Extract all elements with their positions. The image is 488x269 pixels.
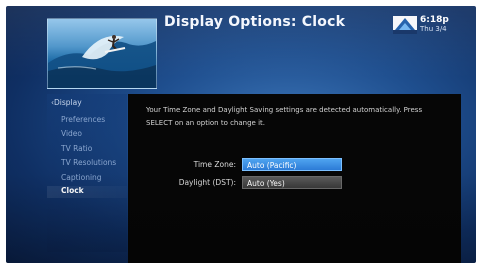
sidebar-item-preferences[interactable]: Preferences xyxy=(61,115,105,124)
directv-logo-icon xyxy=(393,16,417,34)
daylight-dst-button[interactable]: Auto (Yes) xyxy=(242,176,342,189)
sidebar-back-label: Display xyxy=(54,98,82,107)
time-zone-button[interactable]: Auto (Pacific) xyxy=(242,158,342,171)
page-title: Display Options: Clock xyxy=(164,14,346,30)
settings-panel: Your Time Zone and Daylight Saving setti… xyxy=(128,94,461,263)
sidebar-item-video[interactable]: Video xyxy=(61,129,82,138)
sidebar-item-captioning[interactable]: Captioning xyxy=(61,173,102,182)
info-message: Your Time Zone and Daylight Saving setti… xyxy=(146,106,423,127)
sidebar-item-clock[interactable]: Clock xyxy=(47,186,127,198)
sidebar-item-tv-resolutions[interactable]: TV Resolutions xyxy=(61,158,116,167)
sidebar-back-display[interactable]: ‹Display xyxy=(51,98,82,107)
clock-time: 6:18p xyxy=(420,15,449,25)
daylight-dst-label: Daylight (DST): xyxy=(178,178,236,187)
tv-screen: Display Options: Clock 6:18p Thu 3/4 ‹Di… xyxy=(6,6,476,263)
sidebar-menu: ‹Display Preferences Video TV Ratio TV R… xyxy=(47,94,127,252)
sidebar-item-tv-ratio[interactable]: TV Ratio xyxy=(61,144,92,153)
clock-date: Thu 3/4 xyxy=(420,25,447,33)
surfer-preview-image xyxy=(47,18,157,89)
time-zone-label: Time Zone: xyxy=(193,160,236,169)
